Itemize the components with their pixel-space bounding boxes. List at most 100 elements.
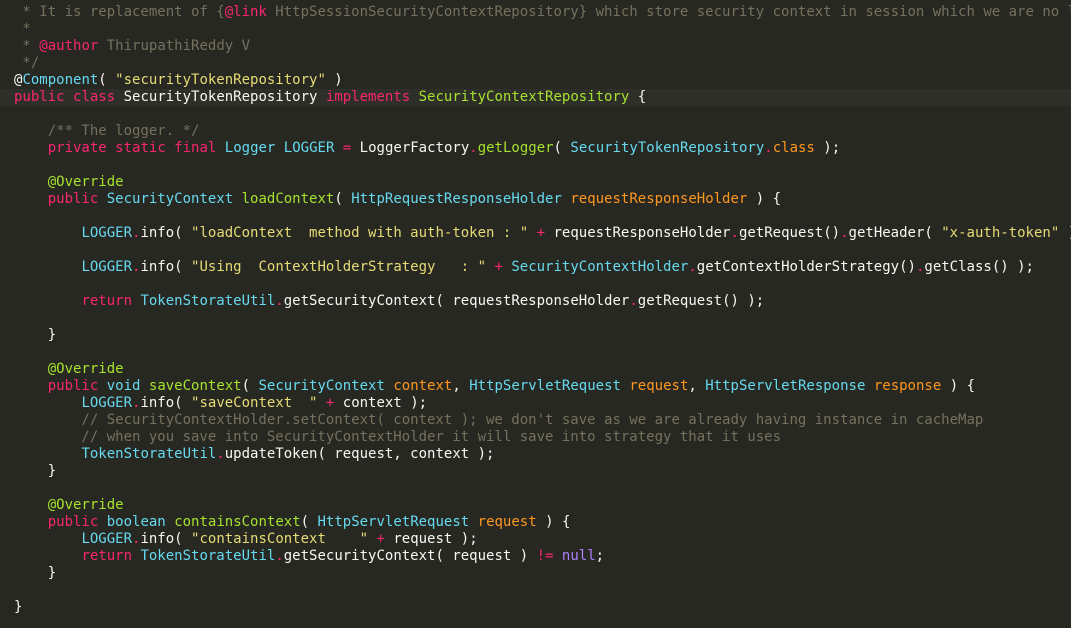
code-line[interactable]: } (0, 463, 1071, 480)
code-token-comment: * (14, 38, 40, 54)
code-token-plain: ); (814, 140, 841, 156)
code-token-string: "containsContext " (191, 531, 369, 547)
code-token-keyword: + (317, 395, 343, 411)
code-token-plain: ( (98, 72, 116, 88)
code-token-plain: ) { (536, 514, 571, 530)
code-token-type: LOGGER (283, 140, 335, 156)
code-token-plain: , (688, 378, 706, 394)
code-token-plain: info (140, 259, 175, 275)
code-token-keyword: . (469, 140, 478, 156)
code-token-plain: getRequest (738, 225, 824, 241)
code-token-method: containsContext (174, 514, 301, 530)
code-line[interactable]: } (0, 599, 1071, 616)
code-token-plain: } (14, 463, 57, 479)
code-line[interactable]: @Override (0, 497, 1071, 514)
code-line[interactable]: LOGGER. info( "Using ContextHolderStrateg… (0, 259, 1071, 276)
code-line[interactable]: LOGGER.info( "loadContext method with au… (0, 225, 1071, 242)
code-token-keyword: implements (325, 89, 411, 105)
code-token-plain: ( (553, 140, 571, 156)
code-line[interactable]: private static final Logger LOGGER = Log… (0, 140, 1071, 157)
code-token-keyword: . (629, 293, 638, 309)
code-line[interactable]: LOGGER.info( "saveContext " + context ); (0, 395, 1071, 412)
code-line[interactable] (0, 208, 1071, 225)
code-token-keyword: public (14, 89, 65, 105)
code-token-string: "securityTokenRepository" (115, 72, 326, 88)
code-token-type: LOGGER (81, 395, 133, 411)
code-token-plain: ( (174, 531, 192, 547)
code-token-plain: () ); (722, 293, 765, 309)
code-token-type: LOGGER (81, 531, 133, 547)
code-token-type: LOGGER (81, 225, 133, 241)
code-line[interactable]: * (0, 21, 1071, 38)
code-line[interactable]: LOGGER.info( "containsContext " + reques… (0, 531, 1071, 548)
code-token-keyword: . (275, 548, 284, 564)
code-token-string: "Using ContextHolderStrategy : " (191, 259, 487, 275)
code-token-plain: getClass (924, 259, 992, 275)
code-line[interactable] (0, 582, 1071, 599)
code-token-plain: context ); (342, 395, 428, 411)
code-token-type: boolean (106, 514, 166, 530)
code-editor[interactable]: * It is replacement of {@link HttpSessio… (0, 0, 1071, 628)
code-token-type: HttpServletRequest (317, 514, 470, 530)
code-token-plain: requestResponseHolder (553, 225, 731, 241)
code-line[interactable] (0, 344, 1071, 361)
code-token-plain: getContextHolderStrategy (696, 259, 900, 275)
code-line[interactable]: return TokenStorateUtil.getSecurityConte… (0, 293, 1071, 310)
code-token-method: saveContext (148, 378, 242, 394)
code-line-current[interactable]: public class SecurityTokenRepository imp… (0, 89, 1071, 106)
code-line[interactable]: @Override (0, 361, 1071, 378)
code-token-plain: LoggerFactory (359, 140, 470, 156)
code-token-plain: ( (334, 191, 352, 207)
code-area[interactable]: * It is replacement of {@link HttpSessio… (0, 4, 1071, 616)
code-line[interactable] (0, 276, 1071, 293)
code-token-comment: ThirupathiReddy V (98, 38, 251, 54)
code-token-plain: ( request ) (435, 548, 537, 564)
code-line[interactable] (0, 106, 1071, 123)
code-token-keyword: public (47, 378, 99, 394)
code-token-keyword: public (47, 191, 99, 207)
code-line[interactable]: * @author ThirupathiReddy V (0, 38, 1071, 55)
code-token-keyword: . (275, 293, 284, 309)
code-line[interactable]: @Component( "securityTokenRepository" ) (0, 72, 1071, 89)
code-line[interactable]: */ (0, 55, 1071, 72)
code-token-plain: getRequest (637, 293, 723, 309)
code-token-keyword: return (81, 548, 133, 564)
code-line[interactable] (0, 480, 1071, 497)
code-line[interactable]: } (0, 327, 1071, 344)
code-line[interactable] (0, 310, 1071, 327)
code-token-comment: */ (14, 55, 40, 71)
code-line[interactable]: public void saveContext( SecurityContext… (0, 378, 1071, 395)
code-token-type: TokenStorateUtil (140, 548, 276, 564)
code-line[interactable]: * It is replacement of {@link HttpSessio… (0, 4, 1071, 21)
code-token-plain: () (823, 225, 841, 241)
code-token-type: Component (22, 72, 99, 88)
code-token-comment: // SecurityContextHolder.setContext( con… (14, 412, 984, 428)
code-line[interactable] (0, 242, 1071, 259)
code-line[interactable]: @Override (0, 174, 1071, 191)
code-line[interactable]: return TokenStorateUtil.getSecurityConte… (0, 548, 1071, 565)
code-token-plain: ( (924, 225, 942, 241)
code-token-plain: ( (174, 259, 192, 275)
code-token-plain: request ); (393, 531, 478, 547)
code-line[interactable]: public SecurityContext loadContext( Http… (0, 191, 1071, 208)
code-line[interactable] (0, 157, 1071, 174)
code-line[interactable]: public boolean containsContext( HttpServ… (0, 514, 1071, 531)
code-line[interactable]: } (0, 565, 1071, 582)
code-token-keyword: != (536, 548, 554, 564)
code-token-type: LOGGER (81, 259, 133, 275)
code-token-plain: getSecurityContext (283, 548, 436, 564)
code-line[interactable]: // when you save into SecurityContextHol… (0, 429, 1071, 446)
code-line[interactable]: /** The logger. */ (0, 123, 1071, 140)
code-line[interactable]: TokenStorateUtil.updateToken( request, c… (0, 446, 1071, 463)
code-token-param: request (477, 514, 537, 530)
code-line[interactable]: // SecurityContextHolder.setContext( con… (0, 412, 1071, 429)
